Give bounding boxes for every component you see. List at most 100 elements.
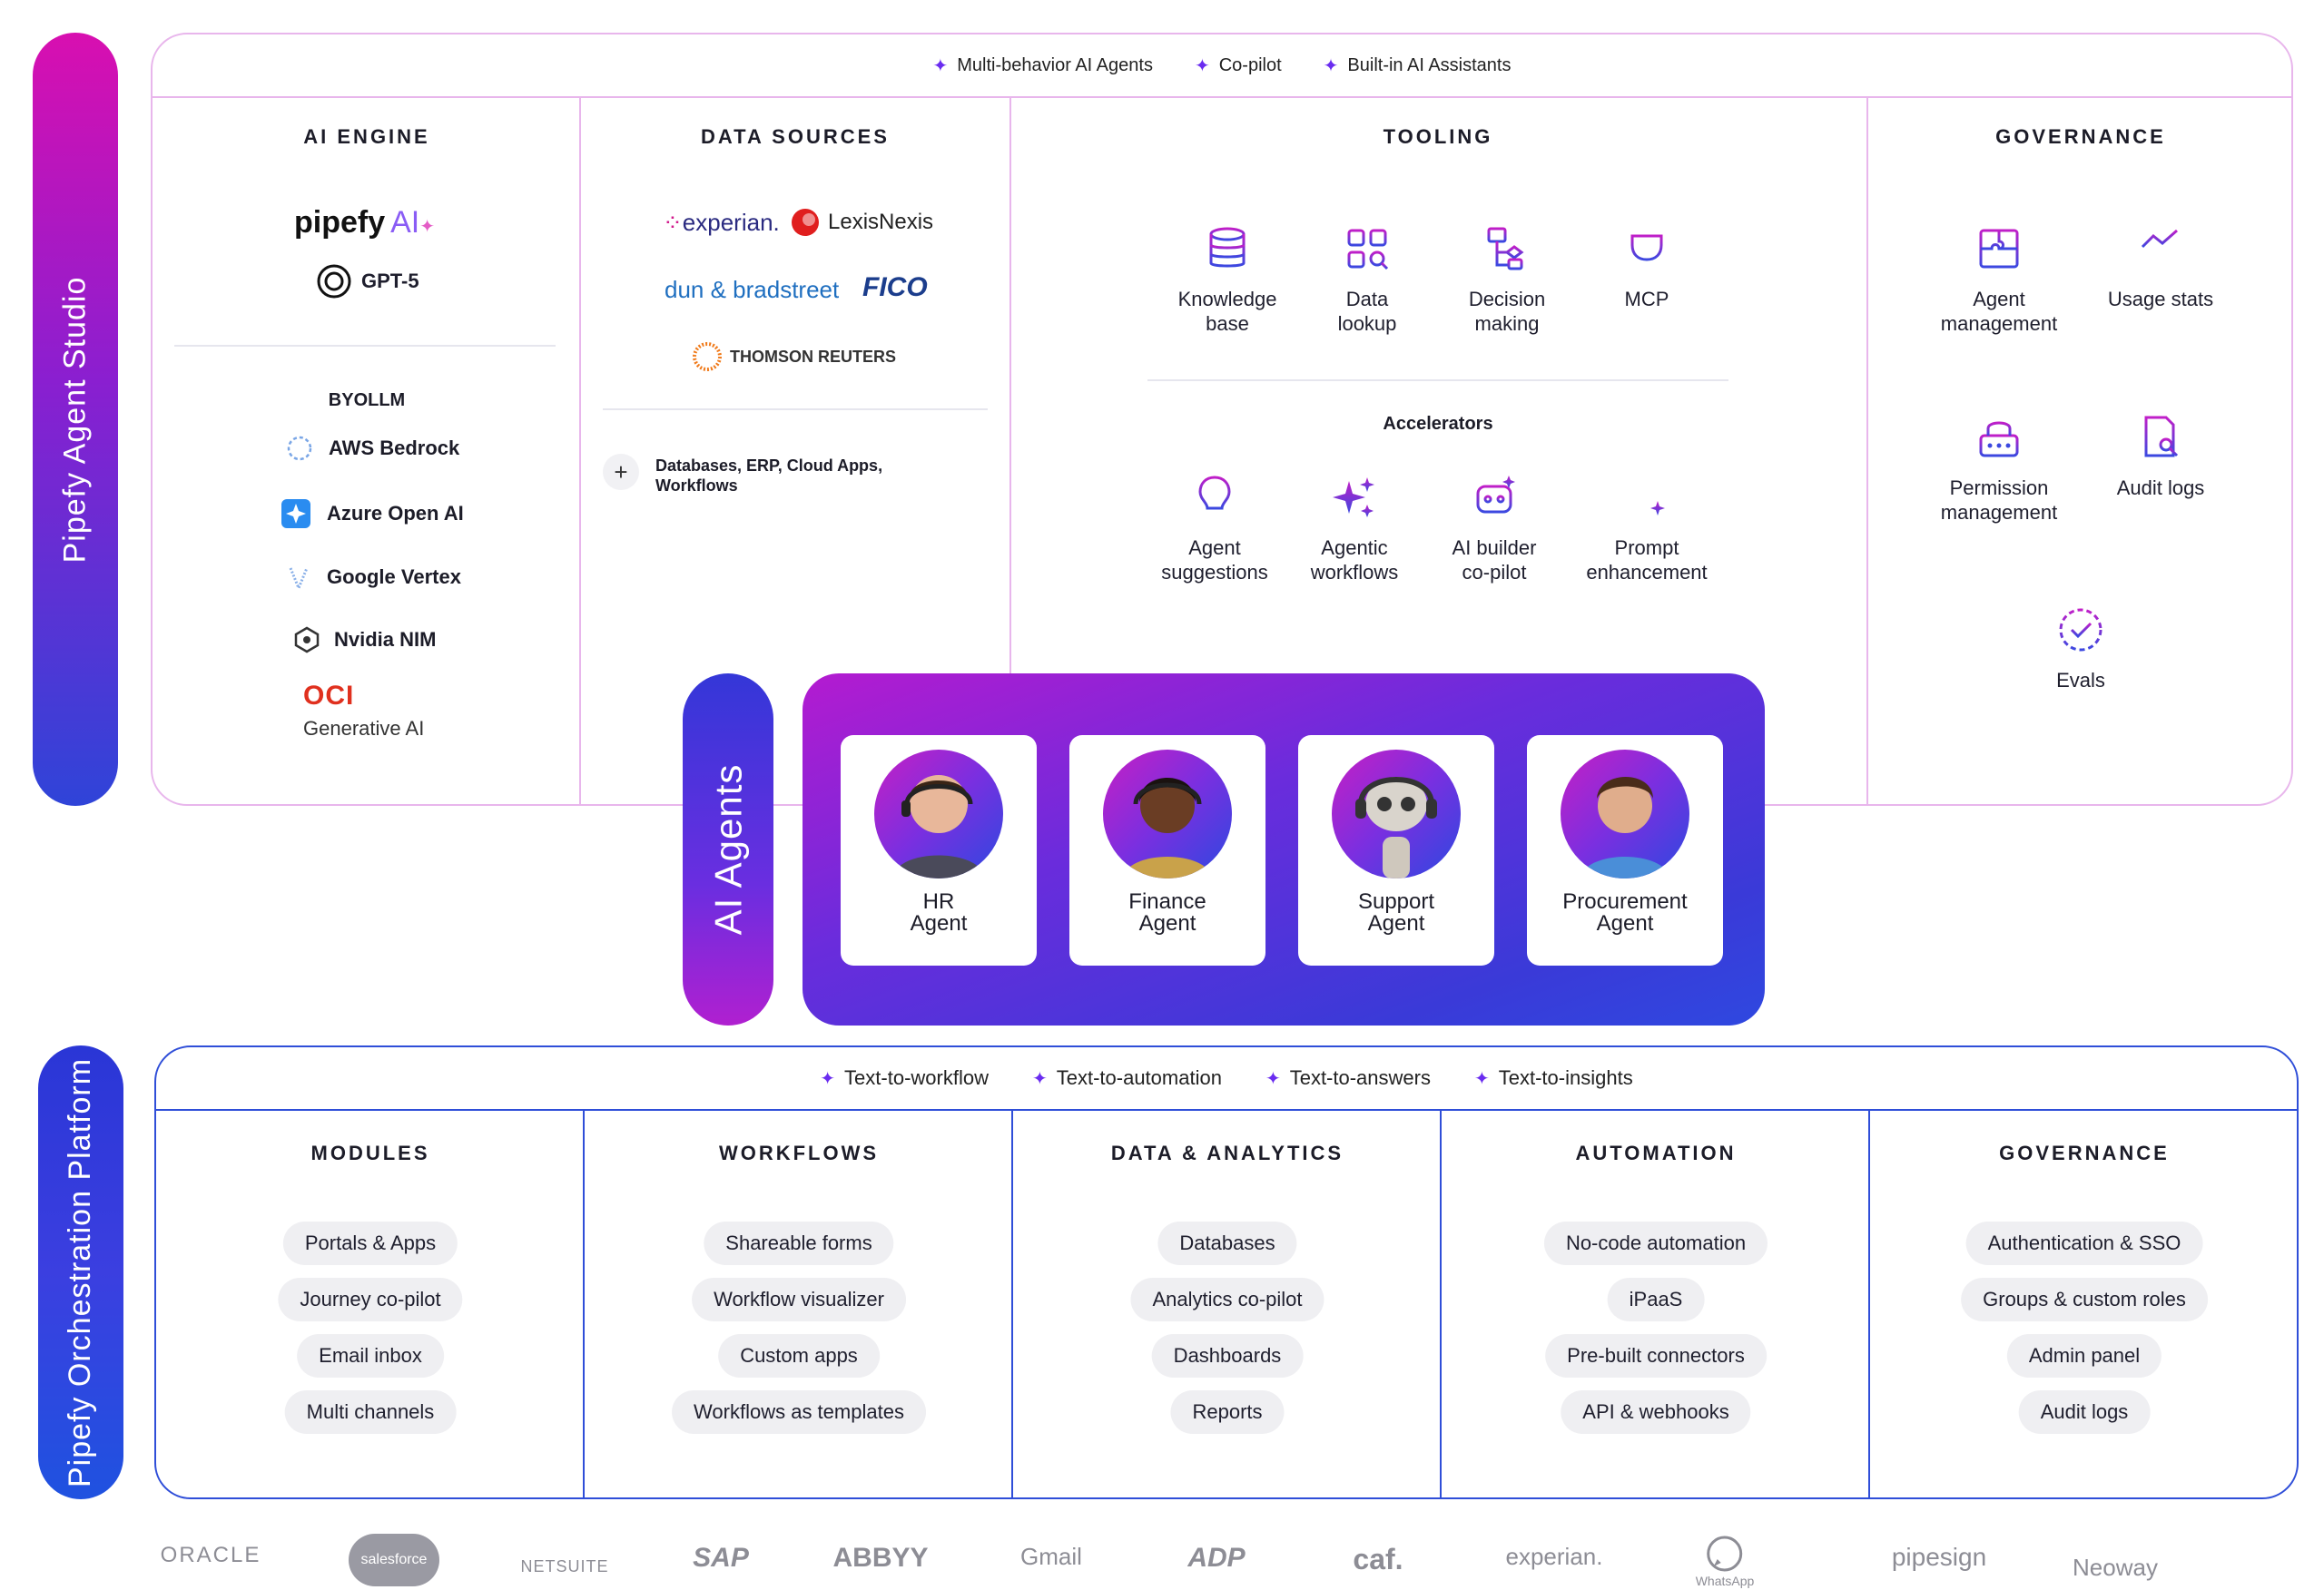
- orchestration-frame: ✦ Text-to-workflow ✦ Text-to-automation ✦ T…: [154, 1045, 2299, 1499]
- divider: [603, 408, 988, 410]
- byollm-azure: Azure Open AI: [280, 497, 464, 530]
- column-divider: [1866, 98, 1868, 804]
- feature-text-to-insights: ✦ Text-to-insights: [1473, 1066, 1633, 1089]
- studio-governance-title: GOVERNANCE: [1995, 125, 2166, 148]
- oci-logo: OCI: [303, 681, 355, 711]
- avatar: [1332, 750, 1461, 878]
- partner-pipesign-logo: pipesign: [1891, 1543, 1987, 1571]
- sparkle-icon: ✦: [1031, 1068, 1048, 1089]
- oci-subtitle: Generative AI: [303, 717, 425, 740]
- lexisnexis-logo: LexisNexis: [790, 207, 933, 238]
- partner-caf-logo: caf.: [1353, 1543, 1403, 1575]
- chart-icon: [2141, 229, 2178, 267]
- sparkle-icon: ✦: [820, 1068, 836, 1089]
- partner-salesforce-logo: salesforce: [349, 1534, 439, 1586]
- dnb-logo: dun & bradstreet: [665, 276, 840, 303]
- chip[interactable]: Journey co-pilot: [278, 1278, 463, 1321]
- pipefy-logo: pipefy AI✦: [294, 205, 436, 240]
- plug-icon: [1630, 229, 1663, 269]
- azure-icon: [281, 499, 310, 528]
- byollm-title: BYOLLM: [328, 390, 406, 410]
- column-divider: [1440, 1111, 1442, 1497]
- chip[interactable]: Groups & custom roles: [1961, 1278, 2208, 1321]
- avatar: [1561, 750, 1689, 878]
- studio-feature-bar: ✦ Multi-behavior AI Agents ✦ Co-pilot ✦ …: [153, 34, 2291, 98]
- whatsapp-icon: [1707, 1536, 1743, 1572]
- ai-agents-panel: HR Agent Finance Agent Support Agent Pro…: [803, 673, 1765, 1026]
- partner-sap-logo: SAP: [693, 1543, 749, 1573]
- byollm-google-vertex: Google Vertex: [285, 563, 461, 592]
- sparkle-icon: ✦: [932, 55, 949, 76]
- column-divider: [579, 98, 581, 804]
- avatar: [874, 750, 1003, 878]
- plus-icon: +: [603, 454, 639, 490]
- feature-built-in-assistants: ✦ Built-in AI Assistants: [1323, 54, 1512, 76]
- vertex-icon: [289, 567, 309, 592]
- gov-audit-logs: Audit logs: [2070, 412, 2251, 500]
- ai-agents-label-bar: AI Agents: [683, 673, 773, 1026]
- chip[interactable]: Workflows as templates: [672, 1390, 926, 1434]
- data-sources-title: DATA SOURCES: [701, 125, 890, 148]
- chip[interactable]: Authentication & SSO: [1965, 1222, 2203, 1265]
- chip[interactable]: Audit logs: [2018, 1390, 2151, 1434]
- orchestration-label: Pipefy Orchestration Platform: [63, 1057, 98, 1487]
- feature-text-to-answers: ✦ Text-to-answers: [1265, 1066, 1431, 1089]
- column-divider: [1011, 1111, 1013, 1497]
- lexisnexis-icon: [792, 209, 819, 236]
- orchestration-label-bar: Pipefy Orchestration Platform: [38, 1045, 123, 1499]
- byollm-nvidia: Nvidia NIM: [294, 626, 436, 653]
- partner-experian-logo: experian.: [1505, 1543, 1603, 1570]
- chip[interactable]: Email inbox: [297, 1334, 444, 1378]
- openai-icon: [317, 264, 351, 299]
- ai-agents-label: AI Agents: [706, 763, 750, 936]
- chip[interactable]: iPaaS: [1607, 1278, 1705, 1321]
- partner-whatsapp-logo: WhatsApp: [1696, 1534, 1754, 1588]
- check-circle-icon: [2059, 608, 2102, 652]
- chip[interactable]: Dashboards: [1151, 1334, 1304, 1378]
- automation-title: AUTOMATION: [1575, 1142, 1737, 1164]
- chip[interactable]: Multi channels: [284, 1390, 457, 1434]
- chip[interactable]: No-code automation: [1543, 1222, 1768, 1265]
- chip[interactable]: Custom apps: [718, 1334, 880, 1378]
- accelerators-title: Accelerators: [1383, 414, 1493, 434]
- chip[interactable]: Shareable forms: [704, 1222, 894, 1265]
- lock-icon: [1979, 421, 2019, 457]
- agent-card-finance[interactable]: Finance Agent: [1069, 735, 1265, 966]
- agent-card-procurement[interactable]: Procurement Agent: [1527, 735, 1723, 966]
- aws-bedrock-icon: [287, 436, 312, 461]
- gov-agent-management: Agent management: [1908, 223, 2090, 336]
- workflows-title: WORKFLOWS: [718, 1142, 880, 1164]
- thomson-reuters-icon: [693, 342, 722, 371]
- chip[interactable]: Analytics co-pilot: [1130, 1278, 1324, 1321]
- prompt-icon: [1629, 481, 1665, 515]
- chip[interactable]: Admin panel: [2006, 1334, 2162, 1378]
- feature-multi-behavior: ✦ Multi-behavior AI Agents: [932, 54, 1153, 76]
- chip[interactable]: API & webhooks: [1561, 1390, 1751, 1434]
- robot-icon: [1476, 476, 1515, 514]
- gov-usage-stats: Usage stats: [2070, 223, 2251, 311]
- ai-engine-title: AI ENGINE: [303, 125, 430, 148]
- column-divider: [1868, 1111, 1870, 1497]
- agent-card-hr[interactable]: HR Agent: [841, 735, 1037, 966]
- partner-neoway-logo: Neoway: [2073, 1554, 2158, 1581]
- thomson-reuters-logo: THOMSON REUTERS: [692, 341, 896, 372]
- chip[interactable]: Reports: [1170, 1390, 1285, 1434]
- partner-gmail-logo: Gmail: [1020, 1543, 1082, 1570]
- gpt5-logo: GPT-5: [314, 261, 419, 301]
- chip[interactable]: Portals & Apps: [282, 1222, 458, 1265]
- partner-oracle-logo: ORACLE: [160, 1543, 261, 1567]
- chip[interactable]: Databases: [1157, 1222, 1297, 1265]
- column-divider: [583, 1111, 585, 1497]
- sparkle-icon: ✦: [1323, 55, 1339, 76]
- chip[interactable]: Workflow visualizer: [692, 1278, 906, 1321]
- agent-studio-label-bar: Pipefy Agent Studio: [33, 33, 118, 806]
- orchestration-feature-bar: ✦ Text-to-workflow ✦ Text-to-automation ✦ T…: [156, 1047, 2297, 1111]
- partner-adp-logo: ADP: [1187, 1543, 1246, 1573]
- grid-search-icon: [1347, 229, 1389, 270]
- sparkles-icon: [1333, 477, 1374, 517]
- sparkle-icon: ✦: [1265, 1068, 1281, 1089]
- chip[interactable]: Pre-built connectors: [1545, 1334, 1767, 1378]
- platform-governance-title: GOVERNANCE: [1999, 1142, 2170, 1164]
- fico-logo: FICO: [862, 272, 928, 302]
- agent-card-support[interactable]: Support Agent: [1298, 735, 1494, 966]
